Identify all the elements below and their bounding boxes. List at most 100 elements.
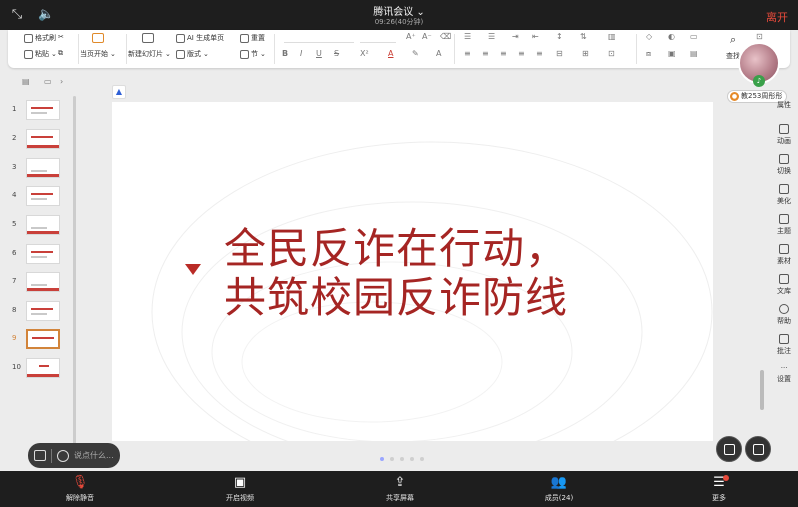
chevron-right-icon[interactable]: › [60,77,63,86]
share-screen-button[interactable]: ⇪ 共享屏幕 [370,475,430,503]
leave-button[interactable]: 离开 [766,9,788,25]
page-dot[interactable] [410,457,414,461]
outline-icon[interactable]: ▭ [690,32,698,41]
copy-icon[interactable]: ⧉ [58,49,63,58]
italic-button[interactable]: I [300,49,302,58]
fill-icon[interactable]: ◐ [668,32,675,41]
slide-thumbnail[interactable]: 8 [8,301,70,323]
bold-button[interactable]: B [282,49,288,58]
mic-off-icon: 🎙 [71,475,89,490]
underline-button[interactable]: U [316,49,322,58]
chat-placeholder[interactable]: 说点什么... [74,450,114,461]
text-direction-icon[interactable]: ⇅ [580,32,587,41]
page-dot[interactable] [400,457,404,461]
panel-comments[interactable]: 批注 [770,332,798,360]
slide-thumbnail[interactable]: 6 [8,244,70,266]
line-spacing-icon[interactable]: ↕ [556,32,563,41]
panel-transition[interactable]: 切换 [770,152,798,180]
layout-button[interactable]: 版式 ⌄ [176,49,209,59]
vertical-align-icon[interactable]: ⊟ [556,49,563,58]
from-current-button[interactable]: 当页开始 ⌄ [80,49,116,59]
clipboard-icon [24,49,33,59]
panel-beautify[interactable]: 美化 [770,182,798,210]
panel-theme[interactable]: 主题 [770,212,798,240]
slide-thumbnail[interactable]: 4 [8,186,70,208]
slide-thumbnail[interactable]: 7 [8,272,70,294]
slide-thumbnail[interactable]: 10 [8,358,70,380]
indent-icon[interactable]: ⇥ [512,32,519,41]
slide-canvas[interactable]: 全民反诈在行动， 共筑校园反诈防线 [112,102,713,441]
panel-settings[interactable]: ··· 设置 [770,362,798,390]
outdent-icon[interactable]: ⇤ [532,32,539,41]
justify-icon[interactable]: ≡ [518,49,525,58]
font-size-down-button[interactable]: A⁻ [422,32,432,41]
meeting-title[interactable]: 腾讯会议 ⌄ [0,3,798,18]
mic-on-icon: ♪ [753,75,765,87]
ai-generate-button[interactable]: AI 生成单页 [176,33,224,43]
page-dot[interactable] [420,457,424,461]
panel-materials[interactable]: 素材 [770,242,798,270]
animation-icon [779,124,789,134]
number-list-icon[interactable]: ☰ [488,32,495,41]
image-icon[interactable]: ▣ [668,49,676,58]
cut-icon[interactable]: ✂ [58,33,64,41]
columns-icon[interactable]: ▥ [608,32,616,41]
divider [51,448,52,463]
emoji-icon[interactable] [57,449,69,462]
chat-input-box[interactable]: 说点什么... [28,443,120,468]
document-float-button[interactable] [716,436,742,462]
layout-icon [176,49,185,59]
slide-thumbnail[interactable]: 3 [8,158,70,180]
bullet-list-icon[interactable]: ☰ [464,32,471,41]
superscript-button[interactable]: X² [360,49,369,58]
section-button[interactable]: 节 ⌄ [240,49,266,59]
font-size-select[interactable] [360,34,396,43]
thumbnail-toolbar: ▤ ▭ › [20,77,80,91]
unmute-button[interactable]: 🎙 解除静音 [50,475,110,503]
right-scrollbar[interactable] [760,370,764,410]
window-float-button[interactable] [745,436,771,462]
right-side-panel: 属性 动画 切换 美化 主题 素材 文库 帮助 批注 ··· 设置 [770,101,798,392]
chat-bubble-icon[interactable] [34,450,46,461]
outline-view-icon[interactable]: ▭ [44,77,52,86]
distribute-icon[interactable]: ≡ [536,49,543,58]
reset-button[interactable]: 重置 [240,33,265,43]
panel-library[interactable]: 文库 [770,272,798,300]
members-button[interactable]: 👥 成员(24) [529,475,589,503]
slide-title-line-2[interactable]: 共筑校园反诈防线 [224,264,568,325]
start-video-button[interactable]: ▣ 开启视频 [210,475,270,503]
smartart-icon[interactable]: ⊡ [608,49,615,58]
play-icon[interactable] [92,33,104,43]
strikethrough-button[interactable]: S [334,49,339,58]
search-icon[interactable]: ⌕ [730,33,736,47]
text-effect-icon[interactable]: A [436,49,441,58]
font-family-select[interactable] [284,34,354,43]
panel-animation[interactable]: 动画 [770,122,798,150]
grid-view-icon[interactable]: ▤ [22,77,30,86]
page-dot[interactable] [380,457,384,461]
font-color-button[interactable]: A [388,49,393,58]
shape-icon[interactable]: ◇ [646,32,652,41]
chart-icon[interactable]: ▤ [690,49,698,58]
align-right-icon[interactable]: ≡ [500,49,507,58]
arrange-icon[interactable]: ⧈ [646,49,651,59]
more-button[interactable]: ☰ 更多 [689,475,749,503]
panel-help[interactable]: 帮助 [770,302,798,330]
text-box-icon[interactable]: ⊞ [582,49,589,58]
page-dot[interactable] [390,457,394,461]
slide-thumbnail[interactable]: 1 [8,100,70,122]
align-center-icon[interactable]: ≡ [482,49,489,58]
thumbnail-scrollbar[interactable] [73,96,76,446]
clear-format-icon[interactable]: ⌫ [440,32,451,41]
slide-thumbnail[interactable]: 5 [8,215,70,237]
slide-thumbnail-selected[interactable]: 9 [8,329,70,351]
format-brush-button[interactable]: 格式刷 [24,33,56,43]
select-icon[interactable]: ⊡ [756,32,763,41]
new-slide-icon[interactable] [142,33,154,43]
new-slide-button[interactable]: 新建幻灯片 ⌄ [128,49,171,59]
align-left-icon[interactable]: ≡ [464,49,471,58]
slide-thumbnail[interactable]: 2 [8,129,70,151]
highlight-icon[interactable]: ✎ [412,49,419,58]
font-size-up-button[interactable]: A⁺ [406,32,416,41]
paste-button[interactable]: 粘贴 ⌄ [24,49,57,59]
